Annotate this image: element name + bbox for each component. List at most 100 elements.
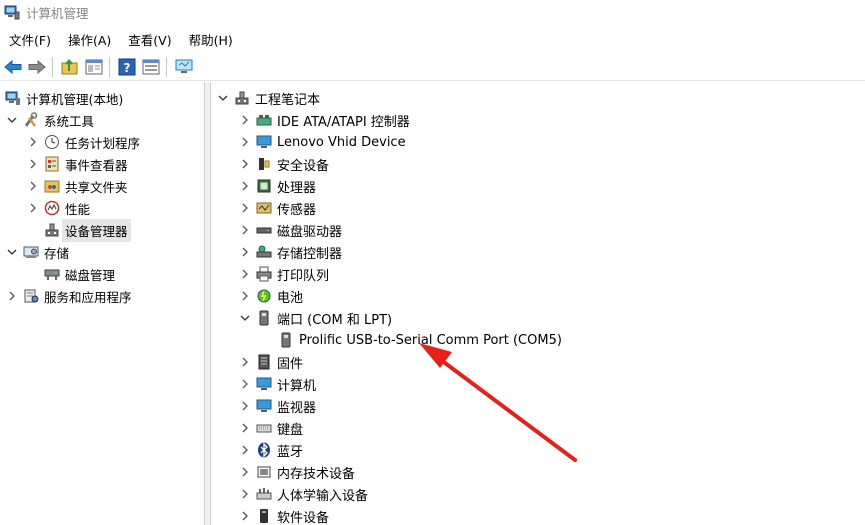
- tree-node-computer-management[interactable]: 计算机管理(本地): [5, 87, 123, 109]
- computer-icon: [256, 376, 272, 392]
- computer-management-icon: [5, 90, 21, 106]
- chevron-right-icon[interactable]: [238, 443, 252, 457]
- chevron-right-icon[interactable]: [238, 509, 252, 523]
- chevron-down-icon[interactable]: [238, 311, 252, 325]
- tree-label: 共享文件夹: [65, 179, 128, 195]
- chevron-right-icon[interactable]: [238, 289, 252, 303]
- device-category-processor[interactable]: 处理器: [238, 175, 316, 197]
- tree-label: Prolific USB-to-Serial Comm Port (COM5): [299, 332, 562, 348]
- action-pane-button[interactable]: [140, 56, 162, 78]
- monitor-device-icon: [256, 134, 272, 150]
- device-category-print-queue[interactable]: 打印队列: [238, 263, 329, 285]
- chevron-right-icon[interactable]: [238, 267, 252, 281]
- tree-label: IDE ATA/ATAPI 控制器: [277, 114, 410, 130]
- disk-management-icon: [44, 266, 60, 282]
- title-bar: 计算机管理: [0, 0, 865, 24]
- action-pane-icon: [142, 59, 160, 75]
- device-category-hid[interactable]: 人体学输入设备: [238, 483, 368, 505]
- device-category-keyboard[interactable]: 键盘: [238, 417, 303, 439]
- device-category-disk-drive[interactable]: 磁盘驱动器: [238, 219, 342, 241]
- back-button[interactable]: [2, 56, 24, 78]
- tree-node-storage[interactable]: 存储: [5, 241, 69, 263]
- device-category-monitor[interactable]: 监视器: [238, 395, 316, 417]
- tree-node-disk-management[interactable]: 磁盘管理: [44, 263, 115, 285]
- tree-label: 计算机: [277, 378, 317, 394]
- monitor-icon: [175, 59, 193, 73]
- menu-help[interactable]: 帮助(H): [180, 30, 241, 49]
- tree-label: 软件设备: [277, 510, 330, 525]
- sensor-icon: [256, 200, 272, 216]
- device-category-battery[interactable]: 电池: [238, 285, 303, 307]
- chevron-right-icon[interactable]: [238, 355, 252, 369]
- show-hide-tree-button[interactable]: [83, 56, 105, 78]
- chevron-right-icon[interactable]: [238, 421, 252, 435]
- toolbar-separator: [166, 57, 167, 77]
- chevron-right-icon[interactable]: [238, 245, 252, 259]
- window-title: 计算机管理: [26, 5, 89, 21]
- chevron-right-icon[interactable]: [238, 113, 252, 127]
- chevron-down-icon[interactable]: [5, 245, 19, 259]
- chevron-down-icon[interactable]: [5, 113, 19, 127]
- help-button[interactable]: ?: [116, 56, 138, 78]
- tree-node-device-manager[interactable]: 设备管理器: [44, 218, 131, 242]
- device-category-firmware[interactable]: 固件: [238, 351, 303, 373]
- chevron-right-icon[interactable]: [238, 135, 252, 149]
- tree-label: 蓝牙: [277, 444, 304, 460]
- tree-label: 事件查看器: [65, 157, 128, 173]
- up-folder-button[interactable]: [59, 56, 81, 78]
- chevron-right-icon[interactable]: [238, 487, 252, 501]
- chevron-right-icon[interactable]: [26, 135, 40, 149]
- device-tree-root[interactable]: 工程笔记本: [216, 87, 320, 109]
- monitor-device-icon: [256, 398, 272, 414]
- chevron-right-icon[interactable]: [5, 289, 19, 303]
- device-prolific-com5[interactable]: Prolific USB-to-Serial Comm Port (COM5): [278, 329, 562, 351]
- bluetooth-icon: [256, 442, 272, 458]
- tree-node-performance[interactable]: 性能: [26, 197, 90, 219]
- chevron-right-icon[interactable]: [238, 201, 252, 215]
- hid-icon: [256, 486, 272, 502]
- console-tree-icon: [85, 59, 103, 75]
- ide-controller-icon: [256, 112, 272, 128]
- toolbar-separator: [52, 57, 53, 77]
- tree-node-event-viewer[interactable]: 事件查看器: [26, 153, 128, 175]
- tree-node-task-scheduler[interactable]: 任务计划程序: [26, 131, 140, 153]
- chevron-right-icon[interactable]: [26, 157, 40, 171]
- menu-view[interactable]: 查看(V): [119, 30, 179, 49]
- tree-label: 工程笔记本: [255, 92, 321, 108]
- device-category-computer[interactable]: 计算机: [238, 373, 316, 395]
- device-category-security[interactable]: 安全设备: [238, 153, 329, 175]
- device-category-storage-controller[interactable]: 存储控制器: [238, 241, 342, 263]
- chevron-right-icon[interactable]: [238, 399, 252, 413]
- chevron-right-icon[interactable]: [238, 377, 252, 391]
- printer-icon: [256, 266, 272, 282]
- tree-label: 磁盘驱动器: [277, 224, 343, 240]
- tree-node-shared-folders[interactable]: 共享文件夹: [26, 175, 128, 197]
- tree-node-services-apps[interactable]: 服务和应用程序: [5, 285, 132, 307]
- monitor-button[interactable]: [173, 56, 195, 78]
- chevron-right-icon[interactable]: [26, 201, 40, 215]
- forward-arrow-icon: [28, 60, 46, 74]
- tools-icon: [23, 112, 39, 128]
- chevron-down-icon[interactable]: [216, 91, 230, 105]
- port-icon: [256, 310, 272, 326]
- tree-label: 服务和应用程序: [44, 289, 132, 305]
- chevron-right-icon[interactable]: [238, 157, 252, 171]
- device-category-bluetooth[interactable]: 蓝牙: [238, 439, 303, 461]
- forward-button[interactable]: [26, 56, 48, 78]
- chevron-right-icon[interactable]: [238, 179, 252, 193]
- device-category-software[interactable]: 软件设备: [238, 505, 329, 525]
- computer-management-icon: [4, 5, 20, 20]
- chevron-right-icon[interactable]: [26, 179, 40, 193]
- device-category-sensor[interactable]: 传感器: [238, 197, 316, 219]
- tree-label: 内存技术设备: [277, 466, 356, 482]
- device-category-ports[interactable]: 端口 (COM 和 LPT): [238, 307, 392, 329]
- device-category-ide[interactable]: IDE ATA/ATAPI 控制器: [238, 109, 410, 131]
- battery-icon: [256, 288, 272, 304]
- device-category-lenovo[interactable]: Lenovo Vhid Device: [238, 131, 406, 153]
- chevron-right-icon[interactable]: [238, 223, 252, 237]
- menu-action[interactable]: 操作(A): [59, 30, 119, 49]
- chevron-right-icon[interactable]: [238, 465, 252, 479]
- tree-node-system-tools[interactable]: 系统工具: [5, 109, 94, 131]
- menu-file[interactable]: 文件(F): [0, 30, 59, 49]
- device-category-memory-tech[interactable]: 内存技术设备: [238, 461, 355, 483]
